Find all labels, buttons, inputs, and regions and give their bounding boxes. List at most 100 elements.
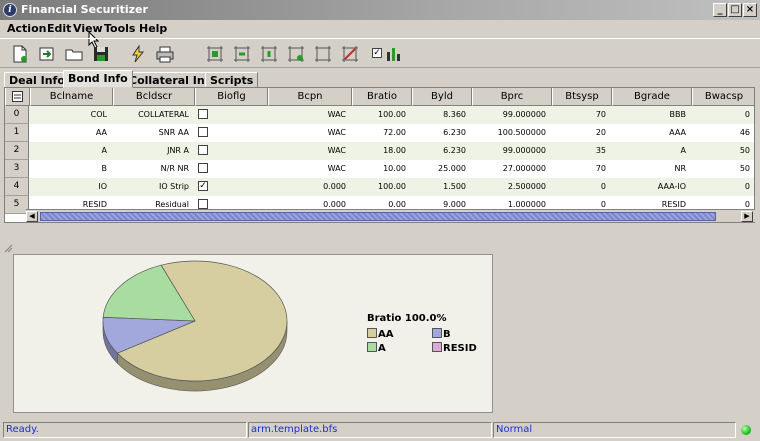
table-cell-byld[interactable]: 6.230 [412,124,472,142]
run-lightning-icon[interactable] [128,44,148,64]
table-cell-btsysp[interactable]: 20 [552,124,612,142]
new-file-icon[interactable] [10,44,30,64]
table-cell-bprc[interactable]: 99.000000 [472,142,552,160]
import-icon[interactable] [37,44,57,64]
table-cell-byld[interactable]: 1.500 [412,178,472,196]
table-cell-bwacsp[interactable]: 50 [692,160,754,178]
table-cell-bgrade[interactable]: A [612,142,692,160]
open-folder-icon[interactable] [64,44,84,64]
row-number[interactable]: 2 [5,142,29,160]
table-cell-bprc[interactable]: 100.500000 [472,124,552,142]
column-header[interactable]: Bcpn [268,88,352,106]
table-cell-bgrade[interactable]: BBB [612,106,692,124]
column-header[interactable]: Bprc [472,88,552,106]
table-cell-bclname[interactable]: IO [30,178,113,196]
scroll-left-icon[interactable]: ◀ [26,211,38,222]
bioflg-checkbox[interactable] [198,163,208,173]
table-cell-bcpn[interactable]: WAC [268,106,352,124]
scrollbar-thumb[interactable] [40,212,716,221]
row-number[interactable]: 1 [5,124,29,142]
split-pane-icon[interactable] [4,244,13,253]
save-disk-icon[interactable] [91,44,111,64]
table-corner-button[interactable] [5,88,30,106]
table-cell-bratio[interactable]: 100.00 [352,106,412,124]
bioflg-checkbox[interactable] [198,109,208,119]
table-cell-btsysp[interactable]: 70 [552,160,612,178]
table-cell-bclname[interactable]: AA [30,124,113,142]
menu-edit[interactable]: Edit [47,22,71,35]
tranche-icon-2[interactable] [232,44,252,64]
tranche-icon-6[interactable] [340,44,360,64]
table-cell-bcpn[interactable]: WAC [268,124,352,142]
table-cell-bwacsp[interactable]: 50 [692,142,754,160]
maximize-button[interactable]: □ [728,3,742,17]
table-cell-bcldscr[interactable]: IO Strip [113,178,195,196]
table-cell-bioflg[interactable] [195,142,268,160]
table-row[interactable]: 3 B N/R NR WAC 10.00 25.000 27.000000 70 NR 50 [5,160,754,178]
table-cell-bioflg[interactable]: ✓ [195,178,268,196]
table-cell-bcpn[interactable]: WAC [268,160,352,178]
table-cell-bclname[interactable]: A [30,142,113,160]
table-row[interactable]: 2 A JNR A WAC 18.00 6.230 99.000000 35 A 50 [5,142,754,160]
bioflg-checkbox[interactable] [198,199,208,209]
row-number[interactable]: 3 [5,160,29,178]
table-cell-bwacsp[interactable]: 0 [692,106,754,124]
table-cell-bcldscr[interactable]: JNR A [113,142,195,160]
table-cell-bgrade[interactable]: AAA [612,124,692,142]
table-cell-bclname[interactable]: B [30,160,113,178]
close-button[interactable]: × [743,3,757,17]
table-cell-byld[interactable]: 8.360 [412,106,472,124]
table-cell-bcldscr[interactable]: COLLATERAL [113,106,195,124]
table-cell-bioflg[interactable] [195,160,268,178]
chart-toggle-icon[interactable] [384,44,404,64]
table-row[interactable]: 4 IO IO Strip ✓ 0.000 100.00 1.500 2.500000 0 AAA… [5,178,754,196]
column-header[interactable]: Btsysp [552,88,612,106]
table-cell-bwacsp[interactable]: 0 [692,178,754,196]
scroll-right-icon[interactable]: ▶ [741,211,753,222]
table-cell-bgrade[interactable]: AAA-IO [612,178,692,196]
column-header[interactable]: Bcldscr [113,88,195,106]
table-cell-bgrade[interactable]: NR [612,160,692,178]
table-cell-btsysp[interactable]: 35 [552,142,612,160]
tranche-icon-4[interactable] [286,44,306,64]
table-cell-bprc[interactable]: 99.000000 [472,106,552,124]
column-header[interactable]: Bwacsp [692,88,754,106]
table-cell-bratio[interactable]: 100.00 [352,178,412,196]
minimize-button[interactable]: _ [713,3,727,17]
column-header[interactable]: Bgrade [612,88,692,106]
tranche-icon-5[interactable] [313,44,333,64]
menu-action[interactable]: Action [7,22,46,35]
app-icon[interactable]: i [3,3,17,17]
table-row[interactable]: 0 COL COLLATERAL WAC 100.00 8.360 99.000000 70 B… [5,106,754,124]
table-cell-bioflg[interactable] [195,124,268,142]
tab-bond-info[interactable]: Bond Info [63,70,133,88]
table-cell-btsysp[interactable]: 70 [552,106,612,124]
bioflg-checkbox[interactable]: ✓ [198,181,208,191]
table-cell-bwacsp[interactable]: 46 [692,124,754,142]
bioflg-checkbox[interactable] [198,127,208,137]
menu-help[interactable]: Help [139,22,167,35]
table-cell-bprc[interactable]: 27.000000 [472,160,552,178]
tab-scripts[interactable]: Scripts [205,72,259,88]
horizontal-scrollbar[interactable]: ◀ ▶ [26,209,755,222]
table-cell-byld[interactable]: 6.230 [412,142,472,160]
column-header[interactable]: Bioflg [195,88,268,106]
column-header[interactable]: Bclname [30,88,113,106]
table-cell-byld[interactable]: 25.000 [412,160,472,178]
row-number[interactable]: 0 [5,106,29,124]
row-number[interactable]: 4 [5,178,29,196]
print-icon[interactable] [155,44,175,64]
chart-toggle-checkbox[interactable]: ✓ [372,48,382,58]
column-header[interactable]: Byld [412,88,472,106]
table-cell-bcpn[interactable]: WAC [268,142,352,160]
bioflg-checkbox[interactable] [198,145,208,155]
table-cell-btsysp[interactable]: 0 [552,178,612,196]
table-cell-bcldscr[interactable]: N/R NR [113,160,195,178]
table-row[interactable]: 1 AA SNR AA WAC 72.00 6.230 100.500000 20 AAA 46 [5,124,754,142]
tab-deal-info[interactable]: Deal Info [4,72,70,88]
tranche-icon-1[interactable] [205,44,225,64]
table-cell-bprc[interactable]: 2.500000 [472,178,552,196]
table-cell-bcpn[interactable]: 0.000 [268,178,352,196]
menu-tools[interactable]: Tools [104,22,135,35]
table-cell-bioflg[interactable] [195,106,268,124]
